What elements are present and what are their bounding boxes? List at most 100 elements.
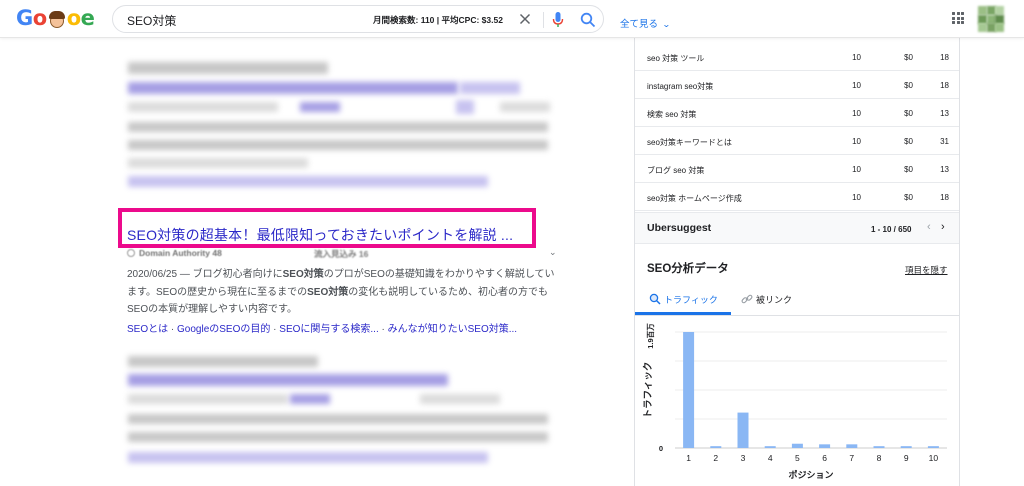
seo-tabs: トラフィック 被リンク	[635, 286, 959, 316]
sitelink[interactable]: SEOに関与する検索...	[279, 324, 378, 335]
logo-letter: o	[66, 6, 81, 30]
x-tick-label: 2	[713, 453, 718, 463]
difficulty-cell: 13	[940, 165, 949, 174]
seo-data-title: SEO分析データ	[647, 263, 729, 275]
cpc-cell: $0	[904, 109, 913, 118]
keyword-row[interactable]: seo対策 ホームページ作成 10 $0 18	[635, 184, 959, 211]
chevron-down-icon: ⌄	[662, 20, 671, 29]
sitelink-separator: ·	[168, 324, 178, 335]
x-tick-label: 4	[768, 453, 773, 463]
difficulty-cell: 13	[940, 109, 949, 118]
search-icon	[649, 293, 661, 305]
doodle-face-icon	[48, 10, 66, 30]
chart-bar	[710, 446, 722, 448]
logo-letter: G	[16, 6, 33, 30]
chart-bar	[873, 446, 885, 448]
logo-letter: o	[32, 6, 47, 30]
clear-icon[interactable]	[516, 10, 534, 28]
chart-bar	[819, 444, 831, 448]
keyword-cell: seo 対策 ツール	[647, 54, 705, 63]
header-bar: G o o e SEO対策 月間検索数: 110 | 平均CPC: $3.52 …	[0, 0, 1024, 38]
traffic-chart-svg: 1 2 3 4 5 6 7 8 9 10 1.9百万 0 トラフィックポジション	[643, 323, 947, 480]
seo-side-panel: seo 対策 ツール 10 $0 18 instagram seo対策 10 $0 18 検索 …	[634, 38, 960, 486]
x-tick-label: 9	[904, 453, 909, 463]
difficulty-cell: 18	[940, 193, 949, 202]
keyword-cell: 検索 seo 対策	[647, 110, 697, 119]
chart-bar	[927, 446, 939, 448]
volume-cell: 10	[852, 137, 861, 146]
chevron-right-icon[interactable]: ›	[941, 221, 945, 233]
sitelink[interactable]: みんなが知りたいSEO対策...	[388, 324, 517, 335]
difficulty-cell: 18	[940, 81, 949, 90]
chart-bar	[791, 443, 803, 448]
tab-backlinks[interactable]: 被リンク	[741, 293, 792, 306]
search-icon[interactable]	[579, 11, 597, 29]
result-sitelinks: SEOとは · GoogleのSEOの目的 · SEOに関与する検索... · …	[127, 320, 517, 335]
chart-bar	[737, 412, 749, 448]
tab-backlinks-label: 被リンク	[756, 295, 793, 305]
search-volume-meta: 月間検索数: 110 | 平均CPC: $3.52	[373, 15, 503, 25]
y-axis-label: トラフィック	[643, 362, 654, 419]
sitelink-separator: ·	[270, 324, 280, 335]
keyword-row[interactable]: 検索 seo 対策 10 $0 13	[635, 100, 959, 127]
difficulty-cell: 31	[940, 137, 949, 146]
x-tick-label: 10	[929, 453, 939, 463]
volume-cell: 10	[852, 81, 861, 90]
globe-icon	[127, 249, 135, 257]
cpc-cell: $0	[904, 193, 913, 202]
x-tick-label: 6	[822, 453, 827, 463]
x-tick-label: 7	[849, 453, 854, 463]
chevron-down-icon[interactable]: ⌄	[549, 247, 557, 258]
apps-grid-icon[interactable]	[952, 12, 964, 24]
snippet-keyword: SEO対策	[307, 286, 349, 298]
avatar[interactable]	[978, 6, 1004, 32]
hide-items-link[interactable]: 項目を隠す	[905, 264, 948, 276]
pagination-range: 1 - 10 / 650	[871, 225, 912, 234]
chart-bar	[900, 446, 912, 448]
sitelink[interactable]: SEOとは	[127, 324, 168, 335]
mic-icon[interactable]	[551, 11, 565, 29]
cpc-cell: $0	[904, 137, 913, 146]
keyword-row[interactable]: instagram seo対策 10 $0 18	[635, 72, 959, 99]
snippet-keyword: SEO対策	[282, 269, 324, 280]
result-snippet: 2020/06/25 — ブログ初心者向けにSEO対策のプロがSEOの基礎知識を…	[127, 266, 559, 319]
divider	[543, 12, 544, 28]
chevron-left-icon[interactable]: ‹	[927, 221, 931, 233]
y-tick-label: 1.9百万	[646, 323, 655, 349]
keyword-row[interactable]: seo対策キーワードとは 10 $0 31	[635, 128, 959, 155]
active-tab-indicator	[635, 312, 731, 315]
logo-letter: e	[80, 6, 95, 30]
search-input[interactable]: SEO対策	[127, 12, 176, 29]
cpc-cell: $0	[904, 81, 913, 90]
volume-cell: 10	[852, 53, 861, 62]
traffic-chart: 1 2 3 4 5 6 7 8 9 10 1.9百万 0 トラフィック ポジション	[635, 318, 959, 486]
keyword-cell: seo対策キーワードとは	[647, 138, 732, 147]
volume-cell: 10	[852, 109, 861, 118]
show-all-link[interactable]: 全て見る ⌄	[620, 16, 671, 30]
x-tick-label: 3	[741, 453, 746, 463]
sitelink[interactable]: GoogleのSEOの目的	[177, 324, 270, 335]
keyword-row[interactable]: ブログ seo 対策 10 $0 13	[635, 156, 959, 183]
result-domain-authority: Domain Authority 48	[127, 248, 222, 258]
volume-cell: 10	[852, 165, 861, 174]
domain-authority-label: Domain Authority 48	[139, 248, 222, 258]
chart-bar	[764, 446, 776, 448]
chart-bar	[683, 332, 695, 448]
ubersuggest-title: Ubersuggest	[647, 222, 712, 234]
google-logo[interactable]: G o o e	[16, 6, 95, 30]
tab-traffic-label: トラフィック	[664, 295, 718, 305]
difficulty-cell: 18	[940, 53, 949, 62]
cpc-cell: $0	[904, 53, 913, 62]
result-title-link[interactable]: SEO対策の超基本！最低限知っておきたいポイントを解説 ...	[127, 225, 513, 245]
result-traffic-estimate: 流入見込み 16	[314, 249, 369, 259]
y-tick-label: 0	[659, 444, 663, 453]
snippet-text: 2020/06/25 — ブログ初心者向けに	[127, 269, 283, 280]
keyword-cell: seo対策 ホームページ作成	[647, 194, 742, 203]
cpc-cell: $0	[904, 165, 913, 174]
volume-cell: 10	[852, 193, 861, 202]
tab-traffic[interactable]: トラフィック	[649, 293, 718, 306]
link-icon	[741, 294, 753, 304]
sitelink-separator: ·	[378, 324, 388, 335]
search-box[interactable]: SEO対策 月間検索数: 110 | 平均CPC: $3.52	[112, 5, 604, 33]
keyword-row[interactable]: seo 対策 ツール 10 $0 18	[635, 44, 959, 71]
